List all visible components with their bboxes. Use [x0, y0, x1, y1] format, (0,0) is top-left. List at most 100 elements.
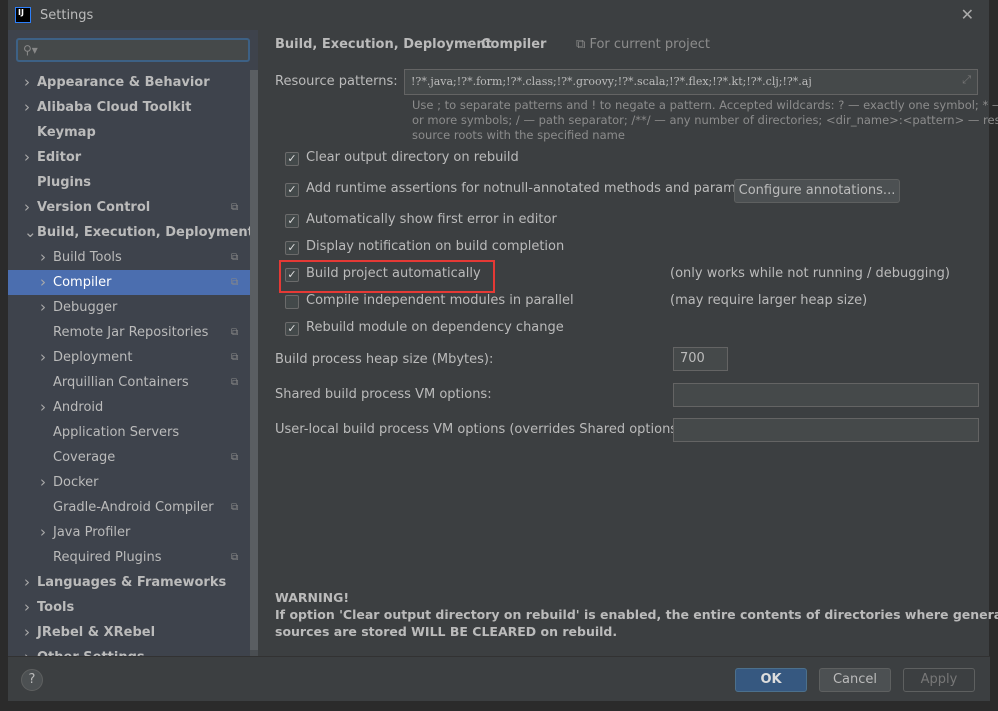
chevron-right-icon[interactable]: › — [24, 570, 30, 595]
search-icon: ⚲▾ — [23, 43, 38, 57]
sidebar-item-label: Editor — [37, 150, 82, 165]
sidebar-item[interactable]: › Deployment ⧉ — [8, 345, 258, 370]
sidebar-item[interactable]: › Other Settings — [8, 645, 258, 656]
sidebar-item[interactable]: › JRebel & XRebel — [8, 620, 258, 645]
dialog-footer: ? OK Cancel Apply — [8, 656, 990, 701]
sidebar-item-label: Build, Execution, Deployment — [37, 225, 254, 240]
sidebar-item-label: Application Servers — [53, 425, 180, 440]
sidebar-item[interactable]: Keymap — [8, 120, 258, 145]
sidebar-item[interactable]: Coverage ⧉ — [8, 445, 258, 470]
sidebar-item-label: Arquillian Containers — [53, 375, 189, 390]
resource-hint-1: Use ; to separate patterns and ! to nega… — [412, 98, 998, 112]
expand-icon[interactable]: ⤢ — [962, 73, 971, 87]
checkbox[interactable]: ✓ — [285, 183, 299, 197]
sidebar-item[interactable]: ⌄ Build, Execution, Deployment — [8, 220, 258, 245]
compiler-settings-panel: Build, Execution, Deployment › Compiler … — [258, 30, 998, 656]
sidebar-item-label: Tools — [37, 600, 75, 615]
option-label[interactable]: Compile independent modules in parallel — [306, 293, 574, 308]
sidebar-item[interactable]: › Android — [8, 395, 258, 420]
close-icon[interactable]: ✕ — [961, 5, 974, 24]
chevron-right-icon[interactable]: › — [40, 295, 46, 320]
title-bar: IJ Settings ✕ — [8, 0, 990, 30]
shared-vm-input[interactable] — [673, 383, 979, 407]
sidebar-item-label: Version Control — [37, 200, 151, 215]
sidebar-item[interactable]: › Docker — [8, 470, 258, 495]
heap-size-value: 700 — [680, 351, 705, 366]
sidebar-item[interactable]: › Tools — [8, 595, 258, 620]
project-scope-icon: ⧉ — [231, 352, 239, 363]
chevron-right-icon[interactable]: › — [24, 70, 30, 95]
scope-text: For current project — [589, 37, 711, 52]
chevron-right-icon[interactable]: › — [40, 470, 46, 495]
ok-button[interactable]: OK — [735, 668, 807, 692]
chevron-right-icon[interactable]: › — [40, 270, 46, 295]
sidebar-item[interactable]: › Debugger — [8, 295, 258, 320]
sidebar-item[interactable]: › Appearance & Behavior — [8, 70, 258, 95]
sidebar-item[interactable]: › Languages & Frameworks — [8, 570, 258, 595]
chevron-right-icon[interactable]: › — [24, 95, 30, 120]
option-label[interactable]: Add runtime assertions for notnull-annot… — [306, 181, 769, 196]
option-label[interactable]: Clear output directory on rebuild — [306, 150, 519, 165]
checkbox[interactable]: ✓ — [285, 214, 299, 228]
sidebar-item-label: Gradle-Android Compiler — [53, 500, 214, 515]
search-input[interactable]: ⚲▾ — [16, 38, 250, 62]
sidebar-item[interactable]: › Compiler ⧉ — [8, 270, 258, 295]
sidebar-item[interactable]: Remote Jar Repositories ⧉ — [8, 320, 258, 345]
sidebar-item[interactable]: › Build Tools ⧉ — [8, 245, 258, 270]
project-scope-icon: ⧉ — [231, 202, 239, 213]
sidebar-item-label: Java Profiler — [53, 525, 131, 540]
sidebar-item-label: Android — [53, 400, 104, 415]
sidebar-item-label: Required Plugins — [53, 550, 162, 565]
project-scope-icon: ⧉ — [231, 452, 239, 463]
sidebar-scrollbar-thumb[interactable] — [250, 70, 258, 650]
sidebar-item-label: Build Tools — [53, 250, 122, 265]
scope-label: ⧉ For current project — [576, 37, 710, 52]
chevron-right-icon[interactable]: › — [40, 520, 46, 545]
sidebar-item[interactable]: › Editor — [8, 145, 258, 170]
checkbox[interactable] — [285, 295, 299, 309]
help-button[interactable]: ? — [21, 669, 43, 691]
chevron-right-icon[interactable]: › — [40, 395, 46, 420]
chevron-right-icon[interactable]: › — [40, 245, 46, 270]
chevron-right-icon[interactable]: › — [24, 145, 30, 170]
sidebar-item-label: Docker — [53, 475, 99, 490]
option-label[interactable]: Display notification on build completion — [306, 239, 564, 254]
apply-button[interactable]: Apply — [903, 668, 975, 692]
local-vm-input[interactable] — [673, 418, 979, 442]
sidebar-item[interactable]: › Alibaba Cloud Toolkit — [8, 95, 258, 120]
chevron-right-icon[interactable]: › — [24, 595, 30, 620]
sidebar-item-label: Keymap — [37, 125, 96, 140]
checkbox[interactable]: ✓ — [285, 241, 299, 255]
chevron-down-icon[interactable]: ⌄ — [24, 220, 37, 245]
resource-hint-3: source roots with the specified name — [412, 128, 625, 142]
heap-size-input[interactable]: 700 — [673, 347, 728, 371]
sidebar-item[interactable]: Required Plugins ⧉ — [8, 545, 258, 570]
project-scope-icon: ⧉ — [231, 502, 239, 513]
chevron-right-icon[interactable]: › — [24, 645, 30, 656]
sidebar-item[interactable]: Arquillian Containers ⧉ — [8, 370, 258, 395]
checkbox[interactable]: ✓ — [285, 152, 299, 166]
warning-title: WARNING! — [275, 590, 350, 605]
breadcrumb-parent[interactable]: Build, Execution, Deployment — [275, 37, 492, 52]
shared-vm-label: Shared build process VM options: — [275, 387, 492, 402]
resource-patterns-value: !?*.java;!?*.form;!?*.class;!?*.groovy;!… — [411, 75, 812, 88]
option-label[interactable]: Rebuild module on dependency change — [306, 320, 564, 335]
configure-annotations-button[interactable]: Configure annotations... — [734, 179, 900, 203]
sidebar-item-label: JRebel & XRebel — [37, 625, 156, 640]
resource-patterns-input[interactable]: !?*.java;!?*.form;!?*.class;!?*.groovy;!… — [404, 69, 978, 95]
cancel-button[interactable]: Cancel — [819, 668, 891, 692]
chevron-right-icon[interactable]: › — [24, 195, 30, 220]
sidebar-item[interactable]: Application Servers — [8, 420, 258, 445]
option-label[interactable]: Automatically show first error in editor — [306, 212, 557, 227]
sidebar-item-label: Alibaba Cloud Toolkit — [37, 100, 192, 115]
project-scope-icon: ⧉ — [231, 377, 239, 388]
sidebar-item[interactable]: › Java Profiler — [8, 520, 258, 545]
sidebar-item[interactable]: › Version Control ⧉ — [8, 195, 258, 220]
project-scope-icon: ⧉ — [576, 37, 586, 52]
sidebar-item[interactable]: Plugins — [8, 170, 258, 195]
checkbox[interactable]: ✓ — [285, 322, 299, 336]
sidebar-item[interactable]: Gradle-Android Compiler ⧉ — [8, 495, 258, 520]
project-scope-icon: ⧉ — [231, 252, 239, 263]
chevron-right-icon[interactable]: › — [24, 620, 30, 645]
chevron-right-icon[interactable]: › — [40, 345, 46, 370]
